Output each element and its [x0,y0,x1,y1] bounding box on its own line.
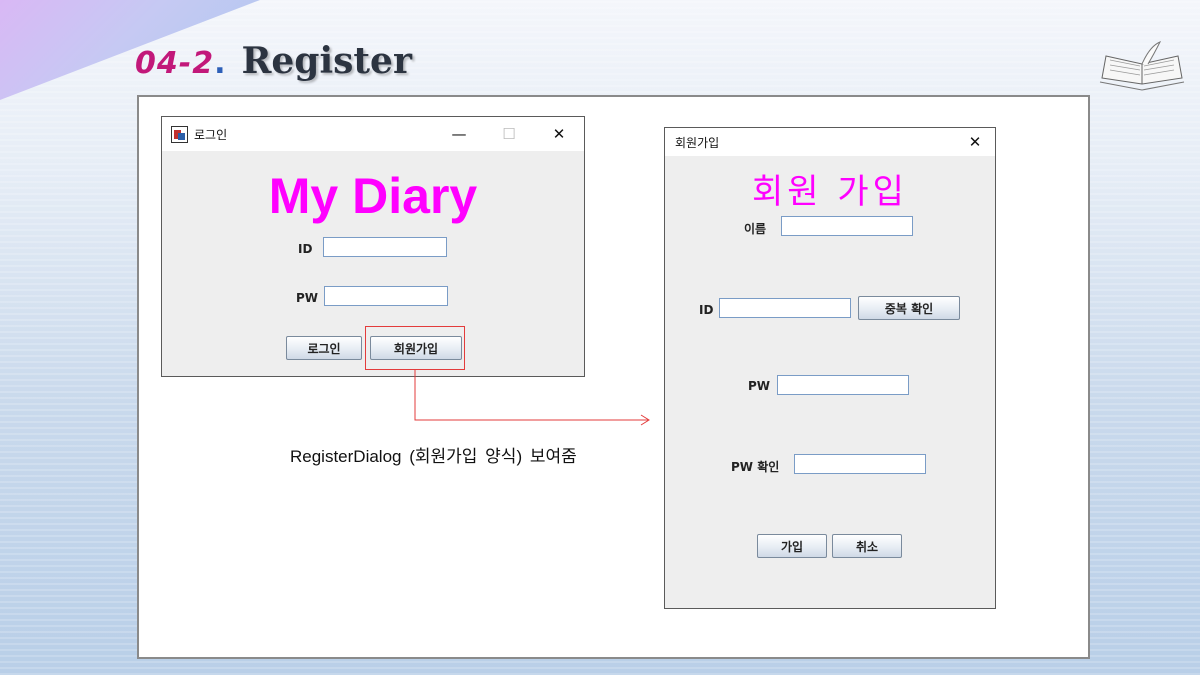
name-input[interactable] [781,216,913,236]
close-button[interactable]: ✕ [536,117,582,151]
app-title: My Diary [268,168,478,224]
close-button[interactable]: ✕ [955,128,995,156]
pw-confirm-input[interactable] [794,454,926,474]
open-book-icon [1099,41,1185,91]
register-button-highlight [365,326,465,370]
register-titlebar[interactable]: 회원가입 ✕ [665,128,995,156]
slide-title: 04-2 . Register [135,40,412,90]
login-button[interactable]: 로그인 [286,336,362,360]
pw-input[interactable] [324,286,448,306]
maximize-button: ☐ [502,125,516,143]
register-heading: 회원 가입 [752,172,908,212]
minimize-button[interactable]: — [436,117,482,151]
id-label: ID [298,242,313,256]
pw-label: PW [296,291,319,305]
register-window-title: 회원가입 [675,135,720,150]
duplicate-check-button[interactable]: 중복 확인 [858,296,960,320]
join-button[interactable]: 가입 [757,534,827,558]
name-label: 이름 [744,222,767,236]
caption-text: RegisterDialog (회원가입 양식) 보여줌 [290,447,577,466]
login-titlebar[interactable]: 로그인 — ☐ ✕ [162,117,584,151]
section-dot: . [214,46,226,81]
section-number: 04-2 [135,46,215,81]
register-dialog: 회원가입 ✕ 회원 가입 이름 ID 중복 확인 PW PW 확인 가입 취소 [664,127,996,609]
id-label: ID [699,303,714,317]
java-app-icon [171,125,188,143]
page-title: Register [241,40,412,82]
login-window-title: 로그인 [194,127,228,142]
id-input[interactable] [323,237,447,257]
pw-confirm-label: PW 확인 [731,460,780,474]
cancel-button[interactable]: 취소 [832,534,902,558]
pw-label: PW [748,379,771,393]
pw-input[interactable] [777,375,909,395]
id-input[interactable] [719,298,851,318]
